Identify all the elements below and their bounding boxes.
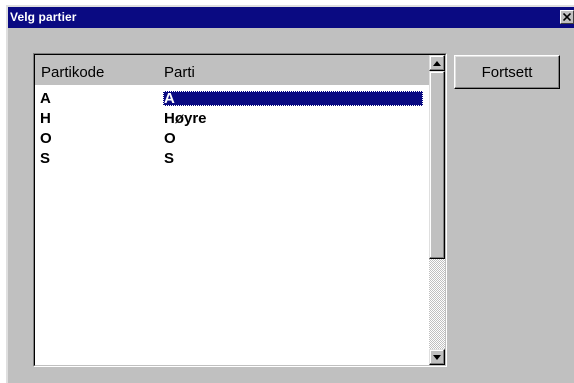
list-area: Partikode Parti A A H Høyre O O S S — [35, 55, 429, 365]
scroll-up-button[interactable] — [429, 55, 445, 71]
continue-button[interactable]: Fortsett — [454, 55, 560, 89]
list-row-a[interactable]: A A — [35, 89, 429, 109]
listbox-frame: Partikode Parti A A H Høyre O O S S — [34, 54, 446, 366]
row-party-selected: A — [163, 91, 423, 106]
list-row-s[interactable]: S S — [35, 149, 429, 169]
arrow-down-icon — [433, 354, 441, 360]
window-title: Velg partier — [10, 10, 77, 24]
title-bar: Velg partier — [8, 7, 574, 28]
list-rows: A A H Høyre O O S S — [35, 89, 429, 169]
row-party: Høyre — [164, 110, 207, 127]
row-code: A — [40, 90, 51, 107]
party-listbox[interactable]: Partikode Parti A A H Høyre O O S S — [33, 53, 447, 367]
close-icon — [563, 13, 571, 21]
row-code: O — [40, 130, 52, 147]
list-header: Partikode Parti — [35, 55, 429, 85]
column-header-partikode[interactable]: Partikode — [41, 64, 104, 81]
row-party: O — [164, 130, 176, 147]
list-row-h[interactable]: H Høyre — [35, 109, 429, 129]
arrow-up-icon — [433, 60, 441, 66]
dialog-window: Velg partier Partikode Parti A A H Høyre… — [6, 5, 574, 383]
column-header-parti[interactable]: Parti — [164, 64, 195, 81]
vertical-scrollbar[interactable] — [429, 55, 445, 365]
row-code: H — [40, 110, 51, 127]
scroll-track[interactable] — [429, 259, 445, 349]
row-party: S — [164, 150, 175, 167]
scroll-thumb[interactable] — [429, 71, 445, 259]
scroll-down-button[interactable] — [429, 349, 445, 365]
close-button[interactable] — [560, 10, 574, 24]
list-row-o[interactable]: O O — [35, 129, 429, 149]
row-code: S — [40, 150, 51, 167]
